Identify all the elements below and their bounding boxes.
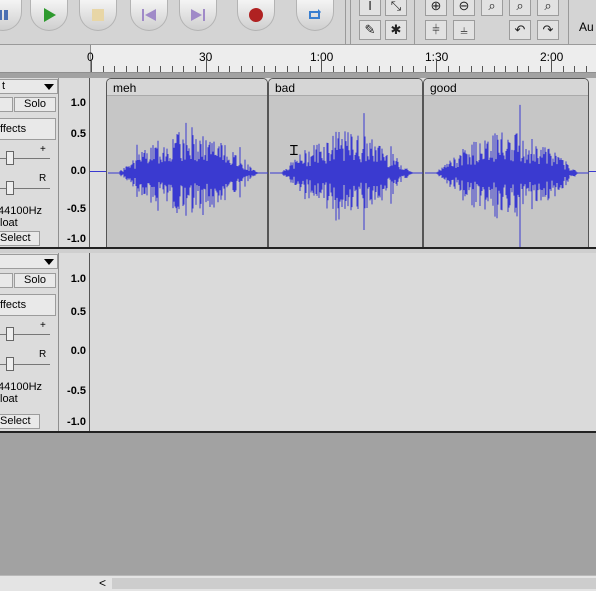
i-beam-cursor-icon: Ɪ — [290, 142, 298, 158]
vertical-scale[interactable]: 1.0 0.5 0.0 -0.5 -1.0 — [59, 78, 90, 248]
audio-clip-meh[interactable]: meh — [106, 78, 268, 248]
scale-label: -0.5 — [67, 203, 86, 215]
scale-label: 0.0 — [70, 345, 86, 357]
undo-icon[interactable]: ↶ — [509, 20, 531, 40]
sample-rate-label: 44100Hz — [0, 205, 43, 217]
scale-label: 0.5 — [70, 306, 86, 318]
mute-button[interactable] — [0, 97, 13, 112]
timeline-ruler[interactable]: 0 30 1:00 1:30 2:00 — [0, 45, 596, 73]
gain-slider-thumb[interactable] — [6, 327, 14, 341]
clip-name: meh — [113, 81, 137, 95]
record-button[interactable] — [237, 0, 275, 31]
track-name-menu[interactable] — [0, 254, 58, 269]
loop-icon — [309, 9, 321, 19]
chevron-down-icon — [44, 84, 54, 90]
record-icon — [249, 8, 263, 22]
trim-audio-icon[interactable]: ⫩ — [425, 20, 447, 40]
scroll-left-arrow-icon[interactable]: < — [99, 576, 106, 590]
audio-track-1: t Solo ffects + R 44100Hz loat Select 1.… — [0, 78, 596, 248]
gain-slider-thumb[interactable] — [6, 151, 14, 165]
zoom-toggle-icon[interactable]: ⌕ — [537, 0, 559, 16]
audio-clip-bad[interactable]: bad Ɪ — [268, 78, 423, 248]
solo-button[interactable]: Solo — [14, 97, 56, 112]
audio-clip-good[interactable]: good — [423, 78, 589, 248]
mute-button[interactable] — [0, 273, 13, 288]
silence-audio-icon[interactable]: ⫨ — [453, 20, 475, 40]
pan-slider-thumb[interactable] — [6, 181, 14, 195]
sample-format-label: loat — [0, 217, 18, 229]
track-control-panel: t Solo ffects + R 44100Hz loat Select — [0, 78, 59, 248]
fit-project-icon[interactable]: ⌕ — [509, 0, 531, 16]
solo-button[interactable]: Solo — [14, 273, 56, 288]
pause-button[interactable] — [0, 0, 22, 31]
clip-name: bad — [275, 81, 296, 95]
envelope-tool-icon[interactable]: ⤡ — [385, 0, 407, 16]
empty-track-area[interactable] — [90, 253, 596, 431]
waveform — [425, 104, 589, 247]
sample-rate-label: 44100Hz — [0, 381, 43, 393]
gain-plus-label: + — [40, 320, 46, 331]
play-button[interactable] — [30, 0, 68, 31]
selection-tool-icon[interactable]: I — [359, 0, 381, 16]
stop-icon — [92, 9, 104, 21]
chevron-down-icon — [44, 259, 54, 265]
skip-to-end-button[interactable] — [179, 0, 217, 31]
loop-button[interactable] — [296, 0, 334, 31]
skip-to-end-icon — [191, 9, 205, 21]
select-button[interactable]: Select — [0, 231, 40, 246]
scrollbar-thumb[interactable] — [112, 578, 596, 589]
pan-right-label: R — [39, 349, 47, 360]
audio-track-2: Solo ffects + R 44100Hz loat Select 1.0 … — [0, 253, 596, 431]
pan-right-label: R — [39, 173, 47, 184]
horizontal-scrollbar[interactable]: < — [0, 575, 596, 591]
effects-button[interactable]: ffects — [0, 118, 56, 140]
pause-icon — [0, 10, 8, 20]
redo-icon[interactable]: ↷ — [537, 20, 559, 40]
select-button[interactable]: Select — [0, 414, 40, 429]
multi-tool-icon[interactable]: ✱ — [385, 20, 407, 40]
effects-button[interactable]: ffects — [0, 294, 56, 316]
scale-label: 0.0 — [70, 165, 86, 177]
scale-label: 1.0 — [70, 97, 86, 109]
zoom-out-icon[interactable]: ⊖ — [453, 0, 475, 16]
waveform — [270, 113, 423, 231]
transport-toolbar: I ⤡ ✎ ✱ ⊕ ⊖ ⌕ ⌕ ⌕ ⫩ ⫨ ↶ ↷ Au — [0, 0, 596, 45]
project-background[interactable] — [0, 433, 596, 575]
skip-to-start-icon — [142, 9, 156, 21]
pan-slider-thumb[interactable] — [6, 357, 14, 371]
sample-format-label: loat — [0, 393, 18, 405]
scale-label: -1.0 — [67, 233, 86, 245]
draw-tool-icon[interactable]: ✎ — [359, 20, 381, 40]
skip-to-start-button[interactable] — [130, 0, 168, 31]
scale-label: 0.5 — [70, 128, 86, 140]
audio-host-label: Au — [579, 20, 594, 34]
clip-name: good — [430, 81, 457, 95]
scale-label: -0.5 — [67, 385, 86, 397]
track-control-panel: Solo ffects + R 44100Hz loat Select — [0, 253, 59, 431]
play-icon — [44, 8, 56, 22]
zoom-in-icon[interactable]: ⊕ — [425, 0, 447, 16]
gain-plus-label: + — [40, 144, 46, 155]
fit-selection-icon[interactable]: ⌕ — [481, 0, 503, 16]
vertical-scale[interactable]: 1.0 0.5 0.0 -0.5 -1.0 — [59, 253, 90, 431]
scale-label: -1.0 — [67, 416, 86, 428]
scale-label: 1.0 — [70, 273, 86, 285]
track-name-menu[interactable]: t — [0, 79, 58, 94]
stop-button[interactable] — [79, 0, 117, 31]
waveform — [108, 122, 268, 216]
